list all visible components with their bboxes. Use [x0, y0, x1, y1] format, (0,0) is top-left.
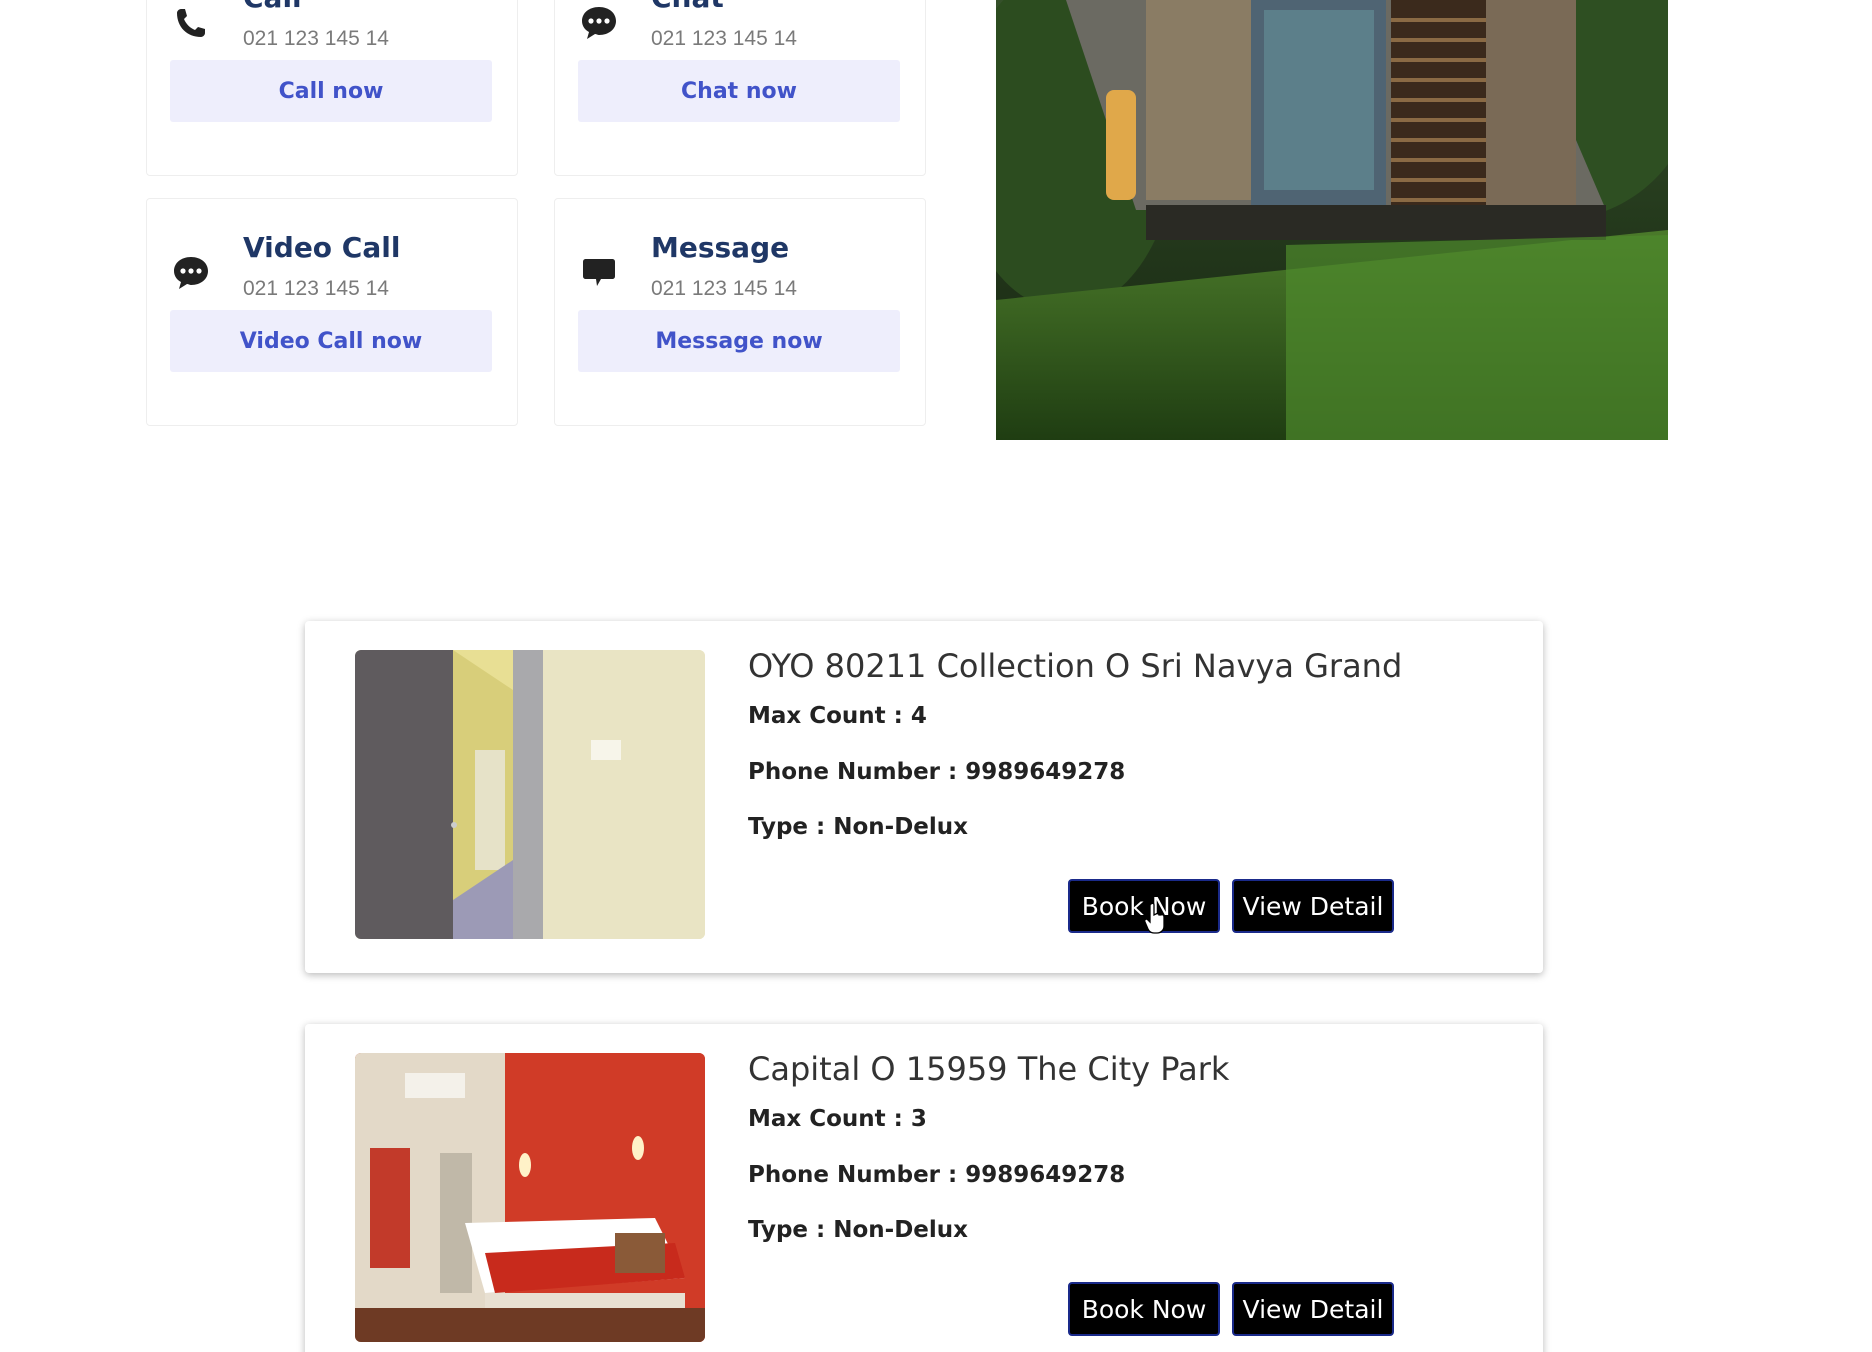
- contact-number: 021 123 145 14: [243, 277, 389, 300]
- contact-title: Chat: [651, 0, 724, 14]
- hotel-card: Capital O 15959 The City Park Max Count …: [305, 1024, 1543, 1352]
- contact-card-video-call: Video Call 021 123 145 14 Video Call now: [146, 198, 518, 426]
- hotel-corridor-photo: [355, 650, 705, 939]
- contact-number: 021 123 145 14: [243, 27, 389, 50]
- video-call-now-button[interactable]: Video Call now: [170, 310, 492, 372]
- contact-title: Call: [243, 0, 302, 14]
- hotel-name: Capital O 15959 The City Park: [748, 1050, 1230, 1088]
- view-detail-button[interactable]: View Detail: [1232, 879, 1394, 933]
- hotel-phone: Phone Number : 9989649278: [748, 1162, 1126, 1188]
- hotel-phone: Phone Number : 9989649278: [748, 759, 1126, 785]
- hotel-card: OYO 80211 Collection O Sri Navya Grand M…: [305, 621, 1543, 973]
- book-now-button[interactable]: Book Now: [1068, 879, 1220, 933]
- message-bubble-icon: [577, 251, 621, 295]
- hotel-bedroom-photo: [355, 1053, 705, 1342]
- hotel-type: Type : Non-Delux: [748, 1217, 968, 1243]
- message-now-button[interactable]: Message now: [578, 310, 900, 372]
- modern-house-photo: [996, 0, 1668, 440]
- view-detail-button[interactable]: View Detail: [1232, 1282, 1394, 1336]
- contact-card-message: Message 021 123 145 14 Message now: [554, 198, 926, 426]
- chat-now-button[interactable]: Chat now: [578, 60, 900, 122]
- hotel-name: OYO 80211 Collection O Sri Navya Grand: [748, 647, 1403, 685]
- phone-icon: [169, 1, 213, 45]
- hotel-type: Type : Non-Delux: [748, 814, 968, 840]
- hotel-max-count: Max Count : 4: [748, 703, 927, 729]
- contact-title: Message: [651, 231, 790, 264]
- contact-number: 021 123 145 14: [651, 27, 797, 50]
- contact-card-call: Call 021 123 145 14 Call now: [146, 0, 518, 176]
- contact-card-chat: Chat 021 123 145 14 Chat now: [554, 0, 926, 176]
- chat-bubble-dots-icon: [577, 1, 621, 45]
- contact-number: 021 123 145 14: [651, 277, 797, 300]
- call-now-button[interactable]: Call now: [170, 60, 492, 122]
- hotel-max-count: Max Count : 3: [748, 1106, 927, 1132]
- book-now-button[interactable]: Book Now: [1068, 1282, 1220, 1336]
- chat-bubble-dots-icon: [169, 251, 213, 295]
- contact-title: Video Call: [243, 231, 401, 264]
